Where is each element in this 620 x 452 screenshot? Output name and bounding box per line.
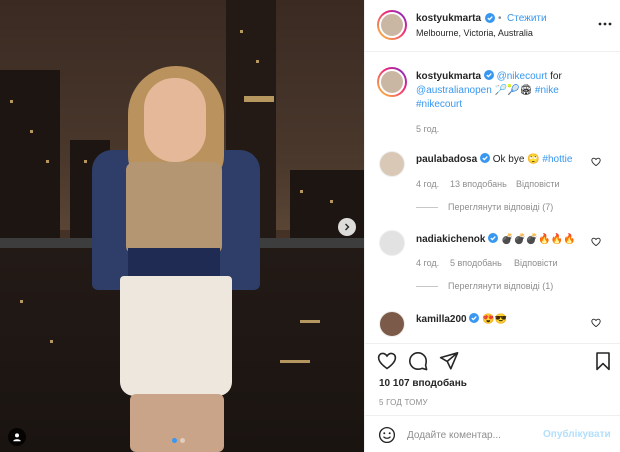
caption-mention[interactable]: @australianopen	[416, 85, 492, 96]
comment-text: 😍😎	[482, 314, 508, 325]
window-light	[84, 160, 87, 163]
person-tag-icon	[13, 433, 21, 442]
window-light	[240, 30, 243, 33]
comment-like-icon[interactable]	[591, 318, 601, 328]
heart-icon[interactable]	[377, 351, 397, 371]
author-avatar[interactable]	[377, 10, 407, 40]
carousel-dot-active	[172, 438, 177, 443]
verified-badge-icon	[483, 70, 494, 80]
comments-list[interactable]: kostyukmarta @nikecourt for @australiano…	[365, 53, 620, 343]
person-band	[128, 248, 220, 278]
replies-divider	[416, 207, 438, 208]
header-separator: •	[498, 13, 502, 24]
more-options-icon[interactable]	[597, 16, 613, 32]
comment-likes[interactable]: 13 вподобань	[450, 178, 507, 191]
window-light	[30, 130, 33, 133]
caption-time: 5 год.	[416, 124, 440, 134]
person-legs	[130, 394, 224, 452]
verified-badge-icon	[469, 313, 480, 323]
publish-button[interactable]: Опублікувати	[543, 429, 611, 440]
paper-plane-icon[interactable]	[439, 351, 459, 371]
chevron-right-icon	[345, 223, 350, 231]
post-header: kostyukmarta • Стежити Melbourne, Victor…	[365, 0, 620, 52]
comment-like-icon[interactable]	[591, 157, 601, 167]
skyscraper-left	[0, 70, 60, 250]
street-light	[50, 340, 53, 343]
caption-author-avatar[interactable]	[377, 67, 407, 97]
comment-author[interactable]: kamilla200	[416, 314, 467, 325]
comment-avatar[interactable]	[379, 311, 405, 337]
author-username[interactable]: kostyukmarta	[416, 12, 481, 25]
comment-likes[interactable]: 5 вподобань	[450, 257, 502, 270]
caption-emoji: 🏸🎾🏟	[491, 85, 535, 96]
view-replies-button[interactable]: Переглянути відповіді (7)	[448, 201, 553, 214]
post-photo[interactable]	[0, 0, 364, 452]
comment-author[interactable]: paulabadosa	[416, 154, 477, 165]
caption-hashtag[interactable]: #nikecourt	[416, 99, 462, 110]
verified-badge-icon	[479, 153, 490, 163]
caption-mention[interactable]: @nikecourt	[497, 71, 548, 82]
window-light	[244, 96, 274, 102]
caption-author[interactable]: kostyukmarta	[416, 71, 481, 82]
street-light	[300, 320, 320, 323]
post-time-ago[interactable]: 5 ГОД ТОМУ	[379, 396, 428, 409]
window-light	[10, 100, 13, 103]
comment-avatar[interactable]	[379, 151, 405, 177]
view-replies-button[interactable]: Переглянути відповіді (1)	[448, 280, 553, 293]
comment-hashtag[interactable]: #hottie	[542, 154, 572, 165]
tagged-people-button[interactable]	[8, 428, 26, 446]
carousel-dot	[180, 438, 185, 443]
caption-hashtag[interactable]: #nike	[535, 85, 559, 96]
post-actions: 10 107 вподобань 5 ГОД ТОМУ Опублікувати	[365, 343, 620, 452]
comment-input[interactable]	[407, 427, 537, 443]
comment-body: paulabadosa Ok bye 🙄 #hottie	[416, 153, 572, 166]
comment-author[interactable]: nadiakichenok	[416, 234, 485, 245]
comment-avatar[interactable]	[379, 230, 405, 256]
comment-text: Ok bye 🙄	[492, 154, 543, 165]
comment-time: 4 год.	[416, 179, 440, 189]
window-light	[300, 190, 303, 193]
comment-reply-button[interactable]: Відповісти	[516, 178, 560, 191]
follow-button[interactable]: Стежити	[507, 12, 547, 25]
post-location[interactable]: Melbourne, Victoria, Australia	[416, 27, 533, 40]
window-light	[330, 200, 333, 203]
street-light	[280, 360, 310, 363]
comment-body: kamilla200 😍😎	[416, 313, 507, 326]
carousel-dots	[172, 438, 185, 443]
person-face	[144, 78, 206, 162]
next-photo-button[interactable]	[338, 218, 356, 236]
comment-like-icon[interactable]	[591, 237, 601, 247]
replies-divider	[416, 286, 438, 287]
caption-text: for	[547, 71, 562, 82]
post-side-panel: kostyukmarta • Стежити Melbourne, Victor…	[364, 0, 620, 452]
comment-reply-button[interactable]: Відповісти	[514, 257, 558, 270]
person-skirt	[120, 276, 232, 396]
bookmark-icon[interactable]	[593, 351, 613, 371]
verified-badge-icon	[488, 233, 499, 243]
person-top	[126, 162, 222, 254]
smiley-icon[interactable]	[378, 426, 396, 444]
window-light	[256, 60, 259, 63]
comment-body: nadiakichenok 💣💣💣🔥🔥🔥	[416, 233, 576, 246]
window-light	[46, 160, 49, 163]
comment-time: 4 год.	[416, 258, 440, 268]
comment-icon[interactable]	[408, 351, 428, 371]
likes-count[interactable]: 10 107 вподобань	[379, 377, 467, 390]
post-caption: kostyukmarta @nikecourt for @australiano…	[416, 70, 606, 112]
street-light	[20, 300, 23, 303]
add-comment-bar: Опублікувати	[365, 415, 620, 452]
verified-badge-icon	[485, 13, 495, 23]
comment-text: 💣💣💣🔥🔥🔥	[501, 234, 576, 245]
